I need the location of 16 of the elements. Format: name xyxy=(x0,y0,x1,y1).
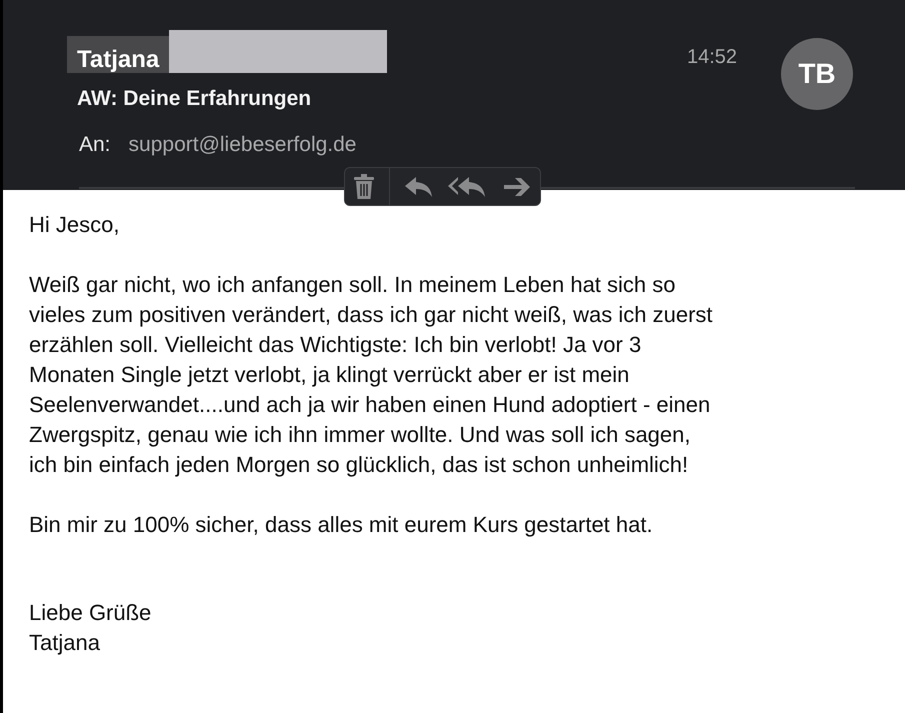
email-subject: AW: Deine Erfahrungen xyxy=(77,86,312,112)
body-paragraph: Weiß gar nicht, wo ich anfangen soll. In meinem Leben hat sich so vieles zum positiven verändert, dass ich gar nicht weiß, was ich zuerst erzählen soll. Vielleicht das Wichtigste: Ich bin verlobt! Ja vor 3 Monaten Single jetzt verlobt, ja klingt verrückt aber er ist mein Seelenverwandet....und ach ja wir haben einen Hund adoptiert - einen Zwergspitz, genau wie ich ihn immer wollte. Und was soll ich sagen, ich bin einfach jeden Morgen so glücklich, das ist schon unheimlich! xyxy=(29,271,714,479)
sender-name: Tatjana xyxy=(67,36,170,73)
reply-all-button[interactable] xyxy=(448,174,488,198)
reply-button[interactable] xyxy=(404,174,434,198)
recipient-address: support@liebeserfolg.de xyxy=(128,132,356,158)
reply-all-icon xyxy=(448,174,488,198)
body-paragraph: Hi Jesco, xyxy=(29,211,120,239)
email-time: 14:52 xyxy=(687,45,738,70)
avatar: TB xyxy=(781,38,853,110)
delete-icon xyxy=(353,174,375,200)
delete-button[interactable] xyxy=(353,174,375,200)
body-paragraph: Liebe Grüße Tatjana xyxy=(29,599,152,657)
reply-icon xyxy=(404,174,434,198)
recipient-label: An: xyxy=(79,132,111,158)
body-paragraph: Bin mir zu 100% sicher, dass alles mit eurem Kurs gestartet hat. xyxy=(29,511,654,539)
